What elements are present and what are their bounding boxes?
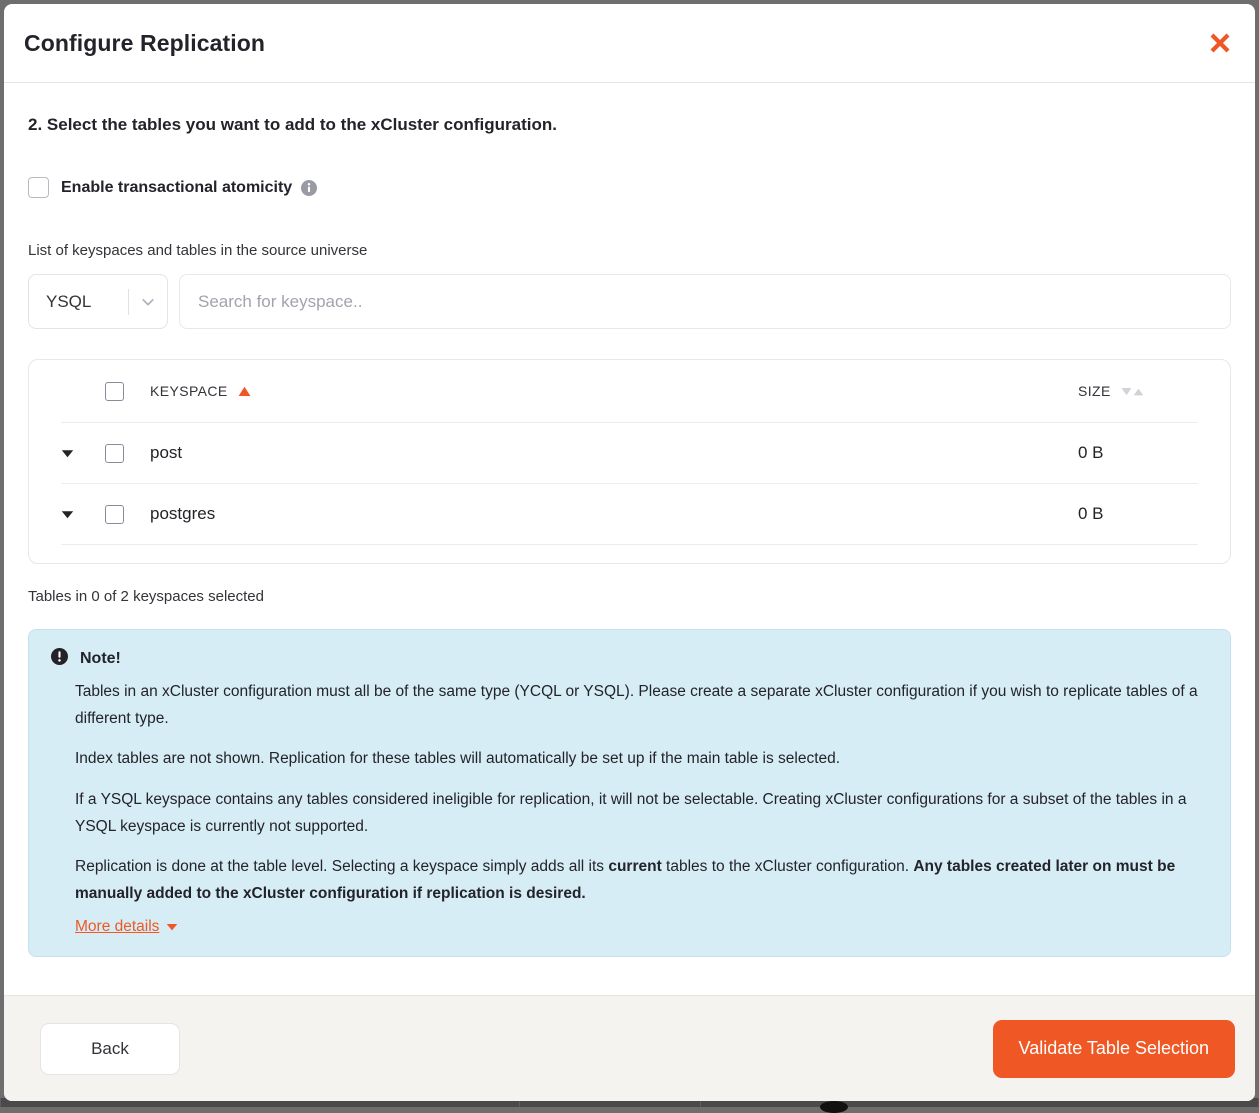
keyspace-column-label: KEYSPACE [150,383,228,399]
row-keyspace-name: post [150,443,183,462]
query-language-value: YSQL [46,291,92,311]
modal-footer: Back Validate Table Selection [4,995,1255,1101]
query-language-select[interactable]: YSQL [28,274,168,329]
note-title: Note! [80,650,121,667]
step-instruction: 2. Select the tables you want to add to … [28,115,557,134]
row-keyspace-cell: post [141,443,1056,463]
transactional-atomicity-row: Enable transactional atomicity [28,177,1231,198]
caret-down-icon[interactable] [61,510,74,519]
note-paragraph-2: Index tables are not shown. Replication … [75,750,841,768]
expand-row-cell [61,449,105,458]
note-p4-part-c: tables to the xCluster configuration. [661,858,914,876]
modal-body: 2. Select the tables you want to add to … [4,83,1255,995]
row-select-cell [105,443,141,463]
table-row[interactable]: postgres 0 B [29,484,1230,544]
row-size-value: 0 B [1078,443,1104,462]
keyspace-list-label: List of keyspaces and tables in the sour… [28,242,368,259]
triangle-updown-icon[interactable] [1121,387,1144,396]
close-icon[interactable] [1205,28,1235,58]
select-all-cell [105,381,141,401]
keyspace-column-header[interactable]: KEYSPACE [141,383,1056,399]
chevron-down-icon[interactable] [129,294,167,310]
row-keyspace-name: postgres [150,504,216,523]
search-input[interactable] [179,274,1231,329]
caret-down-icon [166,918,178,936]
selected-keyspaces-count: Tables in 0 of 2 keyspaces selected [28,588,264,605]
keyspace-table: KEYSPACE SIZE post 0 B postgres 0 B [28,359,1231,564]
expand-row-cell [61,510,105,519]
row-select-cell [105,504,141,524]
enable-transactional-atomicity-checkbox[interactable] [28,177,49,198]
note-p4-part-a: Replication is done at the table level. … [75,858,609,876]
validate-table-selection-button[interactable]: Validate Table Selection [992,1019,1235,1078]
exclamation-circle-icon [51,648,68,670]
page-title: Configure Replication [24,29,266,56]
size-column-label: SIZE [1078,383,1111,399]
note-p4-bold-current: current [608,858,662,876]
triangle-up-icon[interactable] [238,386,251,397]
select-all-checkbox[interactable] [105,381,124,401]
configure-replication-modal: Configure Replication 2. Select the tabl… [4,4,1255,1101]
modal-header: Configure Replication [4,4,1255,83]
search-row: YSQL [28,274,1231,329]
row-size-value: 0 B [1078,504,1104,523]
background-window-notch [820,1101,848,1113]
info-circle-icon[interactable] [301,179,318,196]
note-header: Note! [51,648,1210,670]
back-button[interactable]: Back [40,1022,180,1075]
row-checkbox[interactable] [105,443,124,463]
size-column-header[interactable]: SIZE [1056,383,1206,399]
more-details-label: More details [75,917,160,935]
enable-transactional-atomicity-label: Enable transactional atomicity [61,178,293,196]
row-keyspace-cell: postgres [141,504,1056,524]
row-size-cell: 0 B [1056,443,1206,463]
row-checkbox[interactable] [105,504,124,524]
row-size-cell: 0 B [1056,504,1206,524]
note-callout: Note! Tables in an xCluster configuratio… [28,629,1231,957]
note-paragraph-4: Replication is done at the table level. … [75,854,1210,907]
table-row[interactable]: post 0 B [29,423,1230,483]
table-header-row: KEYSPACE SIZE [29,360,1230,422]
note-paragraph-3: If a YSQL keyspace contains any tables c… [75,790,1187,835]
caret-down-icon[interactable] [61,449,74,458]
note-paragraph-1: Tables in an xCluster configuration must… [75,683,1198,727]
more-details-link[interactable]: More details [75,918,178,936]
